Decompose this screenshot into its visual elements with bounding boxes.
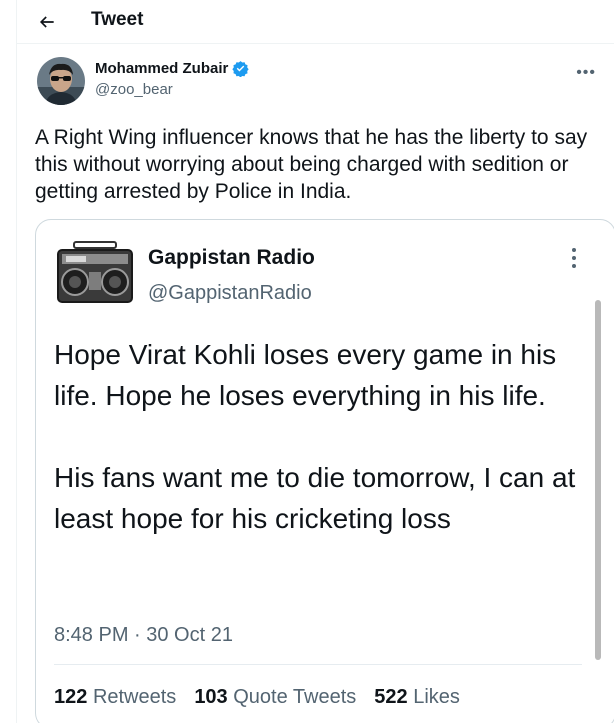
- avatar[interactable]: [37, 57, 85, 105]
- top-bar: Tweet: [17, 0, 614, 44]
- tweet-text: A Right Wing influencer knows that he ha…: [35, 126, 588, 203]
- verified-badge-icon: [232, 60, 250, 78]
- quoted-author-handle[interactable]: @GappistanRadio: [148, 282, 312, 305]
- quoted-author-name[interactable]: Gappistan Radio: [148, 246, 315, 270]
- boombox-radio-icon: [56, 240, 134, 306]
- divider: [54, 664, 582, 665]
- quoted-tweet-card[interactable]: Gappistan Radio @GappistanRadio Hope Vir…: [35, 219, 614, 723]
- quoted-paragraph-1: Hope Virat Kohli loses every game in his…: [54, 339, 557, 411]
- quoted-tweet-text: Hope Virat Kohli loses every game in his…: [54, 334, 584, 539]
- author-name[interactable]: Mohammed Zubair: [95, 60, 250, 78]
- likes-stat[interactable]: 522 Likes: [374, 686, 460, 709]
- engagement-stats: 122 Retweets 103 Quote Tweets 522 Likes: [54, 686, 460, 709]
- page-title: Tweet: [91, 9, 144, 30]
- author-handle[interactable]: @zoo_bear: [95, 81, 173, 98]
- more-vertical-icon[interactable]: [571, 248, 577, 272]
- tweet-page: Tweet Mohammed Zubair @zoo_bear ••• A Ri…: [16, 0, 614, 723]
- author-name-text: Mohammed Zubair: [95, 60, 229, 77]
- quote-tweets-stat[interactable]: 103 Quote Tweets: [194, 686, 356, 709]
- arrow-left-icon[interactable]: [35, 10, 59, 34]
- quoted-paragraph-2: His fans want me to die tomorrow, I can …: [54, 462, 576, 534]
- timestamp[interactable]: 8:48 PM · 30 Oct 21: [54, 624, 233, 647]
- retweets-stat[interactable]: 122 Retweets: [54, 686, 176, 709]
- more-horizontal-icon[interactable]: •••: [576, 64, 596, 82]
- scrollbar[interactable]: [595, 300, 601, 660]
